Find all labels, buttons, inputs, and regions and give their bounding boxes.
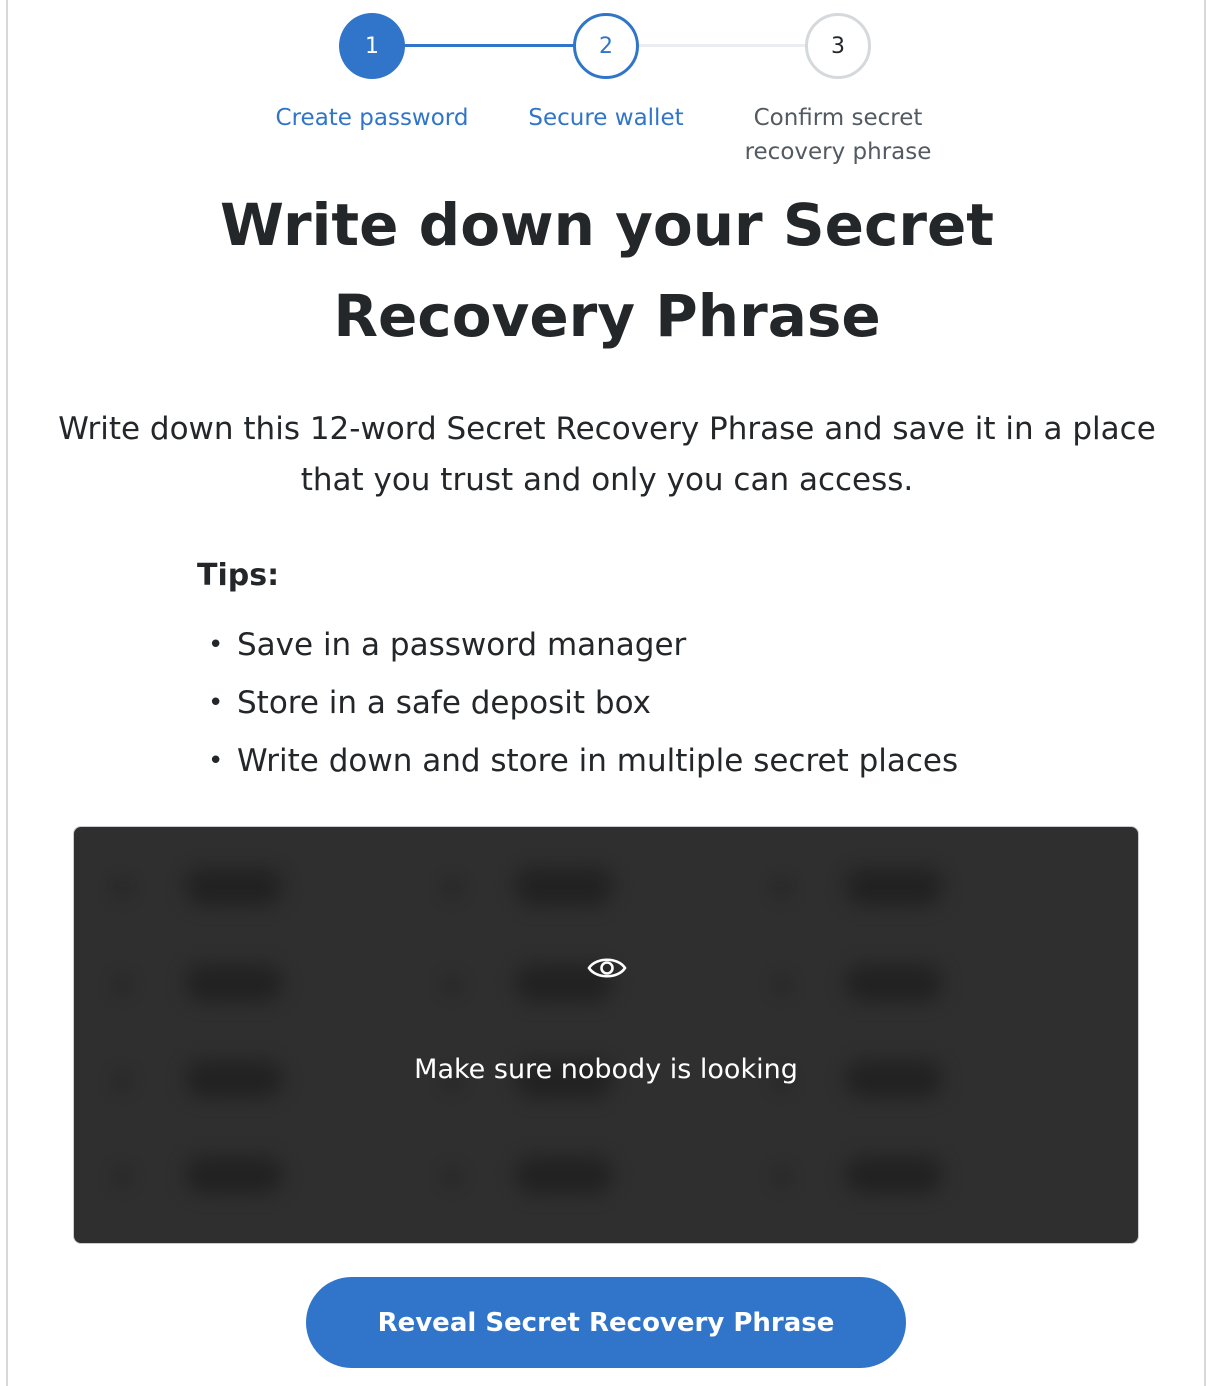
reveal-secret-phrase-button[interactable]: Reveal Secret Recovery Phrase	[306, 1277, 906, 1368]
blurred-word: ▪ ▬▬▬	[114, 953, 444, 1013]
secret-phrase-box[interactable]: ▪ ▬▬▬ ▪ ▬▬▬ ▪ ▬▬▬ ▪ ▬▬▬ ▪ ▬▬▬ ▪ ▬▬▬ ▪ ▬▬▬ ▪ ▬▬▬ …	[73, 826, 1139, 1244]
step-3-label-line1: Confirm secret	[753, 105, 923, 131]
blurred-word: ▪ ▬▬▬	[774, 857, 1104, 917]
blurred-word: ▪ ▬▬▬	[774, 953, 1104, 1013]
progress-stepper: 1 2 3 Create password Secure wallet Conf…	[0, 0, 1214, 180]
blurred-word: ▪ ▬▬▬	[444, 857, 774, 917]
step-1-circle: 1	[339, 13, 405, 79]
blurred-word: ▪ ▬▬▬	[774, 1145, 1104, 1205]
step-3-circle: 3	[805, 13, 871, 79]
tips-heading: Tips:	[197, 558, 280, 593]
step-2-circle: 2	[573, 13, 639, 79]
step-2-number: 2	[599, 33, 613, 59]
tip-item: • Write down and store in multiple secre…	[197, 732, 1097, 790]
blurred-word: ▪ ▬▬▬	[114, 857, 444, 917]
step-3-label: Confirm secret recovery phrase	[718, 101, 958, 169]
eye-icon	[587, 958, 627, 978]
tip-text: Store in a safe deposit box	[237, 685, 651, 721]
blurred-phrase-grid: ▪ ▬▬▬ ▪ ▬▬▬ ▪ ▬▬▬ ▪ ▬▬▬ ▪ ▬▬▬ ▪ ▬▬▬ ▪ ▬▬▬ ▪ ▬▬▬ …	[114, 857, 1104, 1205]
step-1-label: Create password	[275, 105, 469, 131]
bullet-icon: •	[208, 688, 224, 718]
tips-section: Tips: • Save in a password manager • Sto…	[197, 556, 1097, 790]
bullet-icon: •	[208, 746, 224, 776]
bullet-icon: •	[208, 630, 224, 660]
privacy-warning-text: Make sure nobody is looking	[414, 1054, 798, 1085]
step-2-label: Secure wallet	[528, 105, 684, 131]
tips-list: • Save in a password manager • Store in …	[197, 616, 1097, 790]
page-title-line1: Write down your Secret	[219, 191, 995, 259]
tip-item: • Store in a safe deposit box	[197, 674, 1097, 732]
step-1-number: 1	[365, 33, 379, 59]
tip-text: Write down and store in multiple secret …	[237, 743, 959, 779]
tip-item: • Save in a password manager	[197, 616, 1097, 674]
step-3-number: 3	[831, 33, 845, 59]
stepper-line-pending	[606, 44, 838, 47]
blurred-word: ▪ ▬▬▬	[114, 1145, 444, 1205]
page-description: Write down this 12-word Secret Recovery …	[58, 411, 1156, 498]
stepper-line-complete	[372, 44, 606, 47]
step-3-label-line2: recovery phrase	[744, 139, 932, 165]
page-title-line2: Recovery Phrase	[333, 282, 881, 350]
tip-text: Save in a password manager	[237, 627, 687, 663]
blurred-word: ▪ ▬▬▬	[444, 1145, 774, 1205]
page-title: Write down your Secret Recovery Phrase	[107, 180, 1107, 362]
